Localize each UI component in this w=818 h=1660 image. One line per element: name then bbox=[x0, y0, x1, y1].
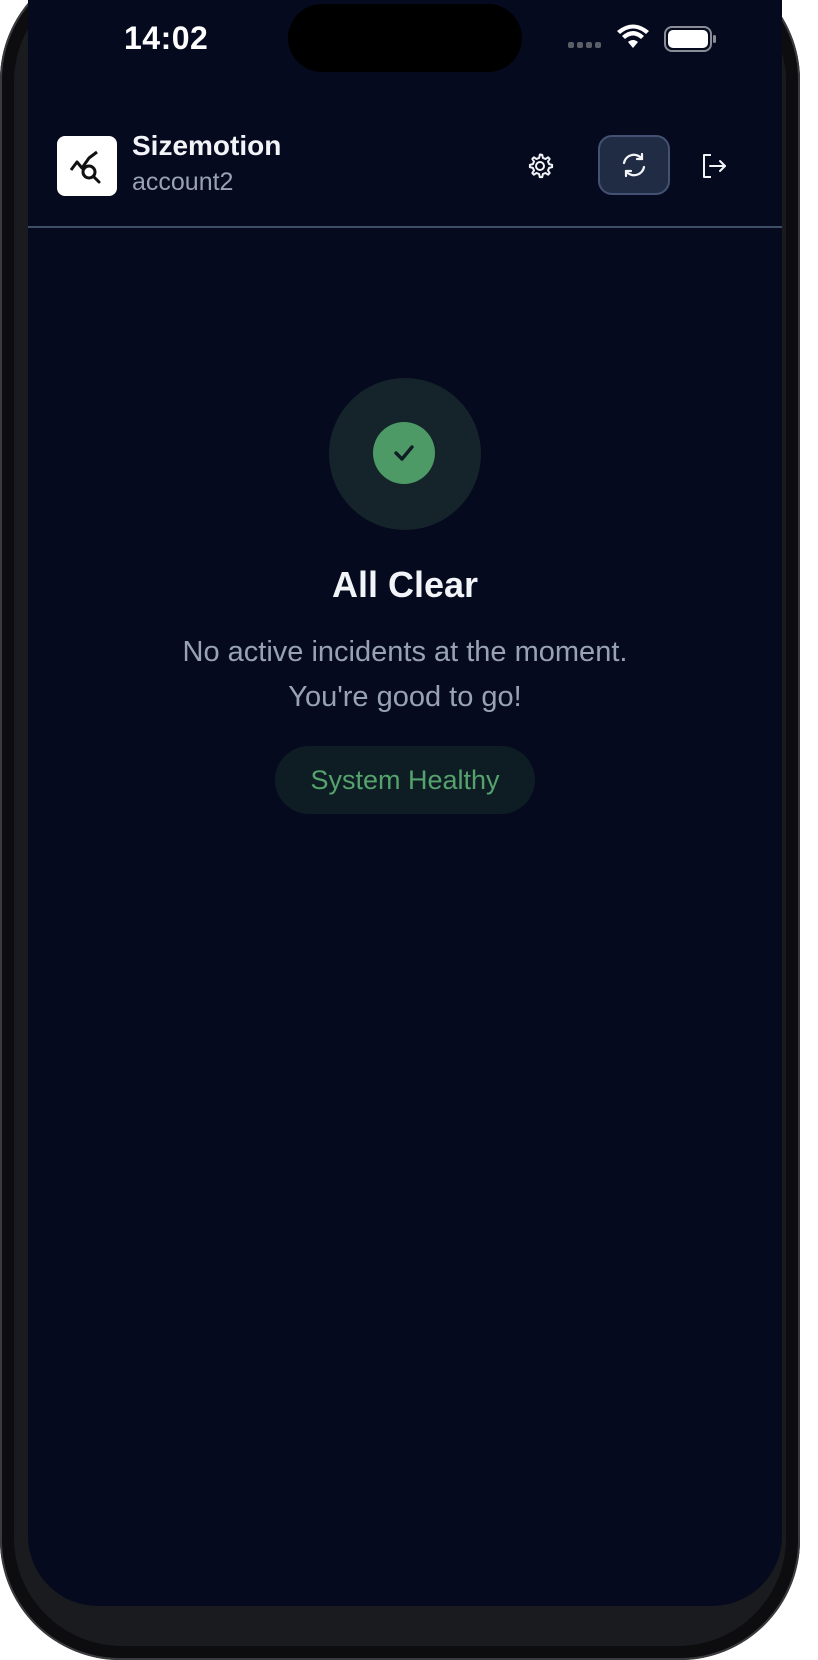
wifi-icon bbox=[617, 24, 649, 48]
app-name: Sizemotion bbox=[132, 130, 282, 161]
empty-state-message-line2: You're good to go! bbox=[288, 681, 522, 713]
status-bar: 14:02 bbox=[28, 0, 782, 80]
check-icon bbox=[394, 445, 414, 461]
app-header: Sizemotion account2 bbox=[28, 120, 782, 228]
system-status-badge: System Healthy bbox=[275, 746, 535, 814]
status-time: 14:02 bbox=[124, 20, 209, 56]
chart-search-icon bbox=[69, 150, 101, 184]
empty-state-message-line1: No active incidents at the moment. bbox=[182, 636, 628, 668]
logout-icon bbox=[703, 154, 726, 178]
empty-state-title: All Clear bbox=[331, 564, 479, 605]
check-circle bbox=[373, 422, 435, 484]
refresh-icon bbox=[622, 152, 646, 178]
settings-button[interactable] bbox=[510, 136, 570, 196]
refresh-button[interactable] bbox=[598, 135, 670, 195]
app-logo bbox=[57, 136, 117, 196]
battery-icon bbox=[664, 26, 716, 52]
cellular-signal-icon bbox=[568, 42, 601, 48]
empty-state-message: No active incidents at the moment. You'r… bbox=[28, 630, 782, 720]
dynamic-island bbox=[288, 4, 522, 72]
app-screen: 14:02 Sizemotion account2 All Clear No a… bbox=[28, 0, 782, 1606]
account-name: account2 bbox=[132, 168, 234, 196]
logout-button[interactable] bbox=[684, 136, 744, 196]
gear-icon bbox=[528, 153, 554, 179]
